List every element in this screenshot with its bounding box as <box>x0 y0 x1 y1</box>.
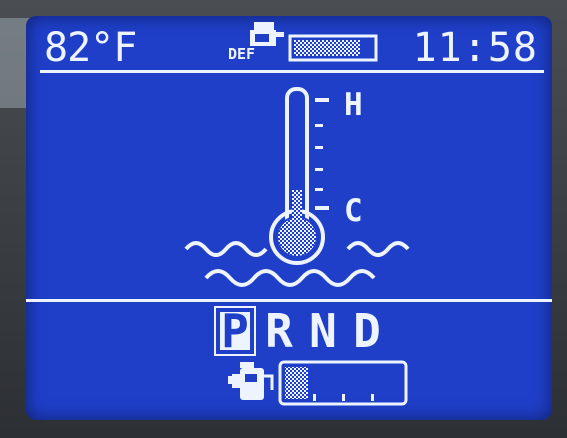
coolant-level-fill <box>292 190 302 223</box>
fuel-level-fill <box>285 367 308 399</box>
fuel-segment-divider <box>342 394 345 401</box>
top-divider <box>40 70 544 73</box>
display-graphics <box>26 22 552 406</box>
instrument-display: 82°F 11:58 DEF H C P R N D <box>26 16 552 420</box>
gear-d: D <box>353 304 381 358</box>
gear-p: P <box>216 308 254 354</box>
cold-tick <box>315 206 329 210</box>
fuel-segment-divider <box>371 394 374 401</box>
middle-divider <box>26 299 552 302</box>
fuel-pump-icon <box>228 362 274 400</box>
def-level-fill <box>294 40 360 56</box>
coolant-cold-label: C <box>344 193 363 229</box>
hot-tick <box>315 98 329 102</box>
def-level-gauge <box>288 34 378 62</box>
engine-coolant-temperature-icon <box>269 87 329 265</box>
gear-r: R <box>265 304 293 358</box>
def-icon <box>250 22 284 46</box>
fuel-segment-divider <box>313 394 316 401</box>
fuel-level-gauge <box>278 360 408 406</box>
gear-n: N <box>309 304 337 358</box>
coolant-hot-label: H <box>344 87 363 123</box>
